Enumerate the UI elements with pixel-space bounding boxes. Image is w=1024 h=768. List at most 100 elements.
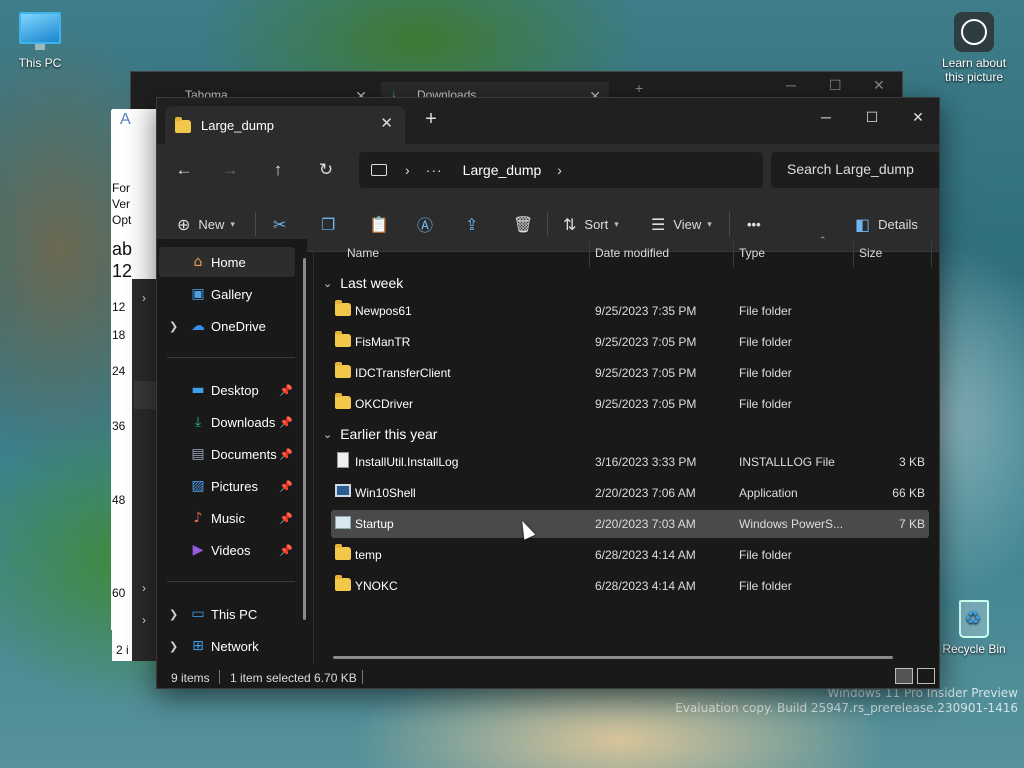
column-header-name[interactable]: Name (347, 239, 379, 267)
cut-button[interactable]: ✂ (273, 210, 286, 238)
sidebar-item-videos[interactable]: ▶ Videos 📌 (159, 535, 295, 565)
large-icons-view-icon[interactable] (917, 668, 935, 684)
rename-button[interactable]: Ⓐ (417, 210, 433, 238)
minimize-icon[interactable]: ─ (786, 77, 796, 93)
column-separator[interactable] (931, 241, 932, 267)
tab-large-dump[interactable]: Large_dump ✕ (165, 106, 405, 144)
chevron-right-icon[interactable]: › (142, 613, 146, 627)
sidebar-item-this-pc[interactable]: ❯ ▭ This PC (159, 599, 295, 629)
refresh-icon[interactable]: ↻ (311, 156, 341, 184)
share-button[interactable]: ⇪ (465, 210, 478, 238)
computer-icon: ▭ (191, 606, 205, 622)
chevron-right-icon[interactable]: › (405, 162, 410, 178)
chevron-right-icon[interactable]: › (557, 162, 562, 178)
file-date: 2/20/2023 7:06 AM (595, 486, 696, 500)
chevron-down-icon: ▾ (614, 218, 619, 229)
delete-button[interactable]: 🗑 (513, 210, 533, 238)
desktop-this-pc[interactable]: This PC (0, 12, 80, 70)
pin-icon[interactable]: 📌 (279, 448, 293, 461)
copy-button[interactable]: ❐ (321, 210, 335, 238)
chevron-right-icon[interactable]: ❯ (169, 640, 178, 653)
folder-icon (335, 362, 351, 378)
chevron-right-icon[interactable]: ❯ (169, 608, 178, 621)
sidebar-label: Pictures (211, 478, 258, 494)
address-bar[interactable]: › ··· Large_dump › (359, 152, 763, 188)
column-header-type[interactable]: Type (739, 239, 765, 267)
list-item-selected[interactable]: Startup 2/20/2023 7:03 AM Windows PowerS… (331, 510, 929, 538)
list-item[interactable]: Newpos61 9/25/2023 7:35 PM File folder (331, 297, 929, 325)
chevron-right-icon[interactable]: ❯ (169, 320, 178, 333)
file-explorer-window[interactable]: Large_dump ✕ + ─ ☐ ✕ ← → ↑ ↻ › ··· Large… (156, 97, 940, 689)
sidebar-item-downloads[interactable]: ⤓ Downloads 📌 (159, 407, 295, 437)
chevron-right-icon[interactable]: › (142, 581, 146, 595)
more-options-button[interactable]: ••• (747, 210, 761, 238)
bg-document-strip: A For Ver Opt ab 12 12 18 24 36 48 60 2 … (112, 109, 156, 661)
maximize-icon[interactable]: ☐ (849, 102, 895, 132)
list-item[interactable]: temp 6/28/2023 4:14 AM File folder (331, 541, 929, 569)
divider (219, 670, 220, 684)
paste-button[interactable]: 📋 (369, 210, 389, 238)
picture-icon: ▨ (191, 478, 205, 494)
list-item[interactable]: YNOKC 6/28/2023 4:14 AM File folder (331, 572, 929, 600)
sidebar-item-onedrive[interactable]: ❯ ☁ OneDrive (159, 311, 295, 341)
pin-icon[interactable]: 📌 (279, 544, 293, 557)
chevron-down-icon: ⌄ (323, 428, 333, 441)
home-icon: ⌂ (193, 254, 203, 270)
column-separator[interactable] (589, 241, 590, 267)
list-item[interactable]: InstallUtil.InstallLog 3/16/2023 3:33 PM… (331, 448, 929, 476)
sort-button[interactable]: ⇅ Sort ▾ (563, 210, 619, 238)
list-item[interactable]: FisManTR 9/25/2023 7:05 PM File folder (331, 328, 929, 356)
column-separator[interactable] (853, 241, 854, 267)
desktop-recycle-bin[interactable]: Recycle Bin (934, 600, 1014, 656)
plus-icon[interactable]: + (635, 80, 643, 96)
column-header-date[interactable]: Date modified (595, 239, 669, 267)
close-icon[interactable]: ✕ (895, 102, 939, 132)
more-locations-icon[interactable]: ··· (426, 162, 443, 178)
list-item[interactable]: Win10Shell 2/20/2023 7:06 AM Application… (331, 479, 929, 507)
sidebar-item-home[interactable]: ⌂ Home (159, 247, 295, 277)
desktop-learn-about-picture[interactable]: Learn about this picture (934, 12, 1014, 84)
details-view-icon[interactable] (895, 668, 913, 684)
list-item[interactable]: IDCTransferClient 9/25/2023 7:05 PM File… (331, 359, 929, 387)
pin-icon[interactable]: 📌 (279, 384, 293, 397)
new-tab-plus-icon[interactable]: + (419, 108, 443, 131)
close-icon[interactable]: ✕ (873, 77, 885, 94)
close-icon[interactable]: ✕ (380, 114, 393, 132)
breadcrumb-item[interactable]: Large_dump (463, 162, 542, 178)
column-header-size[interactable]: Size (859, 239, 882, 267)
file-type: File folder (739, 335, 792, 349)
copy-icon: ❐ (321, 214, 336, 234)
navigation-pane: ⌂ Home ▣ Gallery ❯ ☁ OneDrive ▬ Desktop … (157, 239, 307, 654)
pin-icon[interactable]: 📌 (279, 416, 293, 429)
up-arrow-icon[interactable]: ↑ (263, 156, 293, 184)
sidebar-item-music[interactable]: ♪ Music 📌 (159, 503, 295, 533)
sidebar-item-pictures[interactable]: ▨ Pictures 📌 (159, 471, 295, 501)
item-count: 9 items (171, 671, 210, 685)
learn-label-line2: this picture (944, 70, 1004, 84)
details-pane-button[interactable]: ◧ Details (855, 210, 918, 238)
pin-icon[interactable]: 📌 (279, 480, 293, 493)
column-separator[interactable] (733, 241, 734, 267)
sidebar-item-documents[interactable]: ▤ Documents 📌 (159, 439, 295, 469)
file-type: File folder (739, 579, 792, 593)
file-size: 66 KB (892, 486, 925, 500)
group-header-earlier-this-year[interactable]: ⌄ Earlier this year (323, 422, 437, 446)
bg-doc-fragment: Ver (112, 197, 131, 211)
group-header-last-week[interactable]: ⌄ Last week (323, 271, 403, 295)
sidebar-scrollbar[interactable] (303, 258, 306, 620)
maximize-icon[interactable]: ☐ (829, 77, 842, 94)
horizontal-scrollbar[interactable] (333, 656, 893, 659)
new-button[interactable]: ⊕ New ▾ (177, 210, 235, 238)
back-arrow-icon[interactable]: ← (169, 156, 199, 184)
forward-arrow-icon[interactable]: → (215, 156, 245, 184)
sidebar-item-desktop[interactable]: ▬ Desktop 📌 (159, 375, 295, 405)
list-item[interactable]: OKCDriver 9/25/2023 7:05 PM File folder (331, 390, 929, 418)
minimize-icon[interactable]: ─ (803, 102, 849, 132)
file-type: File folder (739, 366, 792, 380)
search-input[interactable]: Search Large_dump (771, 152, 939, 188)
sidebar-item-gallery[interactable]: ▣ Gallery (159, 279, 295, 309)
pin-icon[interactable]: 📌 (279, 512, 293, 525)
view-button[interactable]: ☰ View ▾ (651, 210, 712, 238)
sidebar-item-network[interactable]: ❯ ⊞ Network (159, 631, 295, 661)
chevron-right-icon[interactable]: › (142, 291, 146, 305)
